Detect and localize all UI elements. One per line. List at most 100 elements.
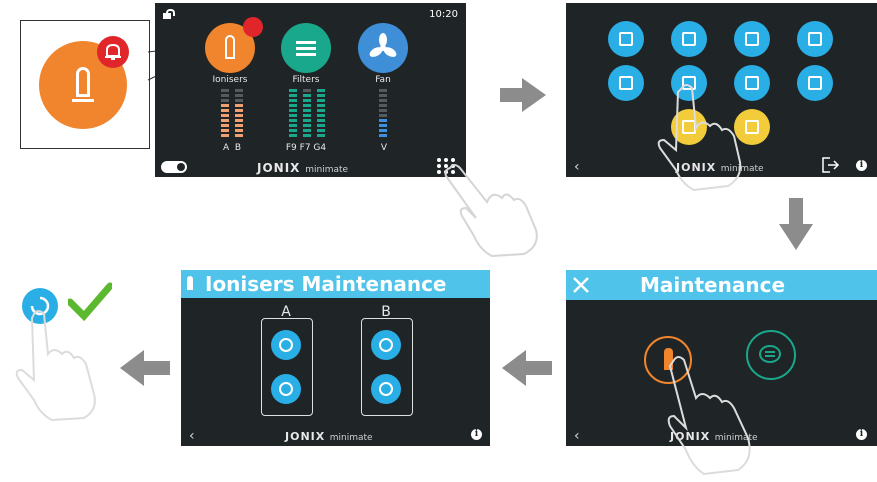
level-segment <box>289 104 297 107</box>
level-segment <box>303 114 311 117</box>
level-segment <box>221 94 229 97</box>
reset-icon[interactable] <box>271 374 301 404</box>
level-segment <box>317 119 325 122</box>
level-segment <box>289 129 297 132</box>
info-icon[interactable]: i <box>856 160 867 171</box>
level-segment <box>379 89 387 92</box>
level-segment <box>289 124 297 127</box>
level-segment <box>235 89 243 92</box>
level-segment <box>303 124 311 127</box>
level-segment <box>289 94 297 97</box>
level-segment <box>317 124 325 127</box>
level-segment <box>379 129 387 132</box>
page-title: Ionisers Maintenance <box>205 272 447 296</box>
level-segment <box>221 109 229 112</box>
level-segment <box>379 99 387 102</box>
filters-bar-labels: F9 F7 G4 <box>285 143 327 153</box>
brand-logo: JONIX minimate <box>285 430 373 443</box>
level-segment <box>317 99 325 102</box>
calendar-icon[interactable] <box>608 21 644 57</box>
level-segment <box>289 109 297 112</box>
level-segment <box>289 134 297 137</box>
alarm-badge <box>243 17 263 37</box>
screen-icon-glyph <box>745 32 759 46</box>
settings-icon[interactable] <box>797 65 833 101</box>
level-segment <box>221 124 229 127</box>
level-segment <box>221 99 229 102</box>
screen-home: 10:20 Ionisers Filters Fan A B F9 F7 G4 … <box>155 3 466 177</box>
level-segment <box>221 89 229 92</box>
level-segment <box>379 124 387 127</box>
level-segment <box>235 114 243 117</box>
level-segment <box>379 114 387 117</box>
back-button[interactable]: ‹ <box>574 159 580 175</box>
clock-time: 10:20 <box>429 9 458 20</box>
ioniser-replace-icon-glyph <box>379 338 393 352</box>
clock-icon[interactable] <box>608 65 644 101</box>
ioniser-replace-icon-glyph <box>279 338 293 352</box>
level-segment <box>289 114 297 117</box>
level-segment <box>379 134 387 137</box>
filters-level-bars <box>289 89 329 141</box>
arrow-down <box>779 198 813 250</box>
filters-icon <box>296 39 316 57</box>
ioniser-icon <box>72 67 94 107</box>
reset-icon[interactable] <box>371 374 401 404</box>
ioniser-replace-icon[interactable] <box>371 330 401 360</box>
level-segment <box>235 134 243 137</box>
settings-icon-glyph <box>808 76 822 90</box>
level-segment <box>379 119 387 122</box>
ionisers-bar-labels: A B <box>222 143 242 153</box>
tile-label-filters: Filters <box>292 75 320 85</box>
ioniser-replace-icon[interactable] <box>271 330 301 360</box>
level-segment <box>221 134 229 137</box>
reset-icon-glyph <box>279 382 293 396</box>
lock-icon-glyph <box>808 32 822 46</box>
tools-icon <box>573 277 589 293</box>
level-segment <box>317 129 325 132</box>
level-segment <box>303 89 311 92</box>
calendar-icon-glyph <box>619 32 633 46</box>
title-bar: Maintenance <box>566 270 877 300</box>
arrow-left <box>120 350 170 386</box>
back-button[interactable]: ‹ <box>189 428 195 444</box>
level-segment <box>303 94 311 97</box>
level-segment <box>303 119 311 122</box>
level-segment <box>379 109 387 112</box>
unlock-icon[interactable] <box>163 9 175 19</box>
screen-icon[interactable] <box>734 21 770 57</box>
level-segment <box>317 94 325 97</box>
logout-icon[interactable] <box>822 157 840 173</box>
info-icon[interactable]: i <box>856 429 867 440</box>
screen-ionisers-maintenance: Ionisers Maintenance A B ‹ JONIX minimat… <box>181 270 490 446</box>
arrow-left <box>502 350 552 386</box>
toggle-switch[interactable] <box>161 161 187 173</box>
level-segment <box>235 129 243 132</box>
back-button[interactable]: ‹ <box>574 428 580 444</box>
ioniser-icon <box>187 276 193 290</box>
info-icon[interactable]: i <box>471 429 482 440</box>
level-segment <box>235 99 243 102</box>
fan-icon <box>369 33 397 57</box>
display-icon[interactable] <box>671 21 707 57</box>
level-segment <box>221 119 229 122</box>
ionisers-level-bars <box>221 89 251 141</box>
arrow-right <box>500 78 546 112</box>
ioniser-icon <box>225 35 235 59</box>
level-segment <box>235 94 243 97</box>
filters-icon <box>759 345 781 363</box>
level-segment <box>303 104 311 107</box>
hand-pointer <box>657 84 742 192</box>
zoom-callout <box>20 20 150 149</box>
title-bar: Ionisers Maintenance <box>181 270 490 298</box>
level-segment <box>317 104 325 107</box>
level-segment <box>303 134 311 137</box>
level-segment <box>317 89 325 92</box>
hand-pointer <box>15 310 96 422</box>
hand-pointer <box>444 164 538 258</box>
lock-icon[interactable] <box>797 21 833 57</box>
reset-icon-glyph <box>379 382 393 396</box>
level-segment <box>379 94 387 97</box>
level-segment <box>235 109 243 112</box>
level-segment <box>303 129 311 132</box>
